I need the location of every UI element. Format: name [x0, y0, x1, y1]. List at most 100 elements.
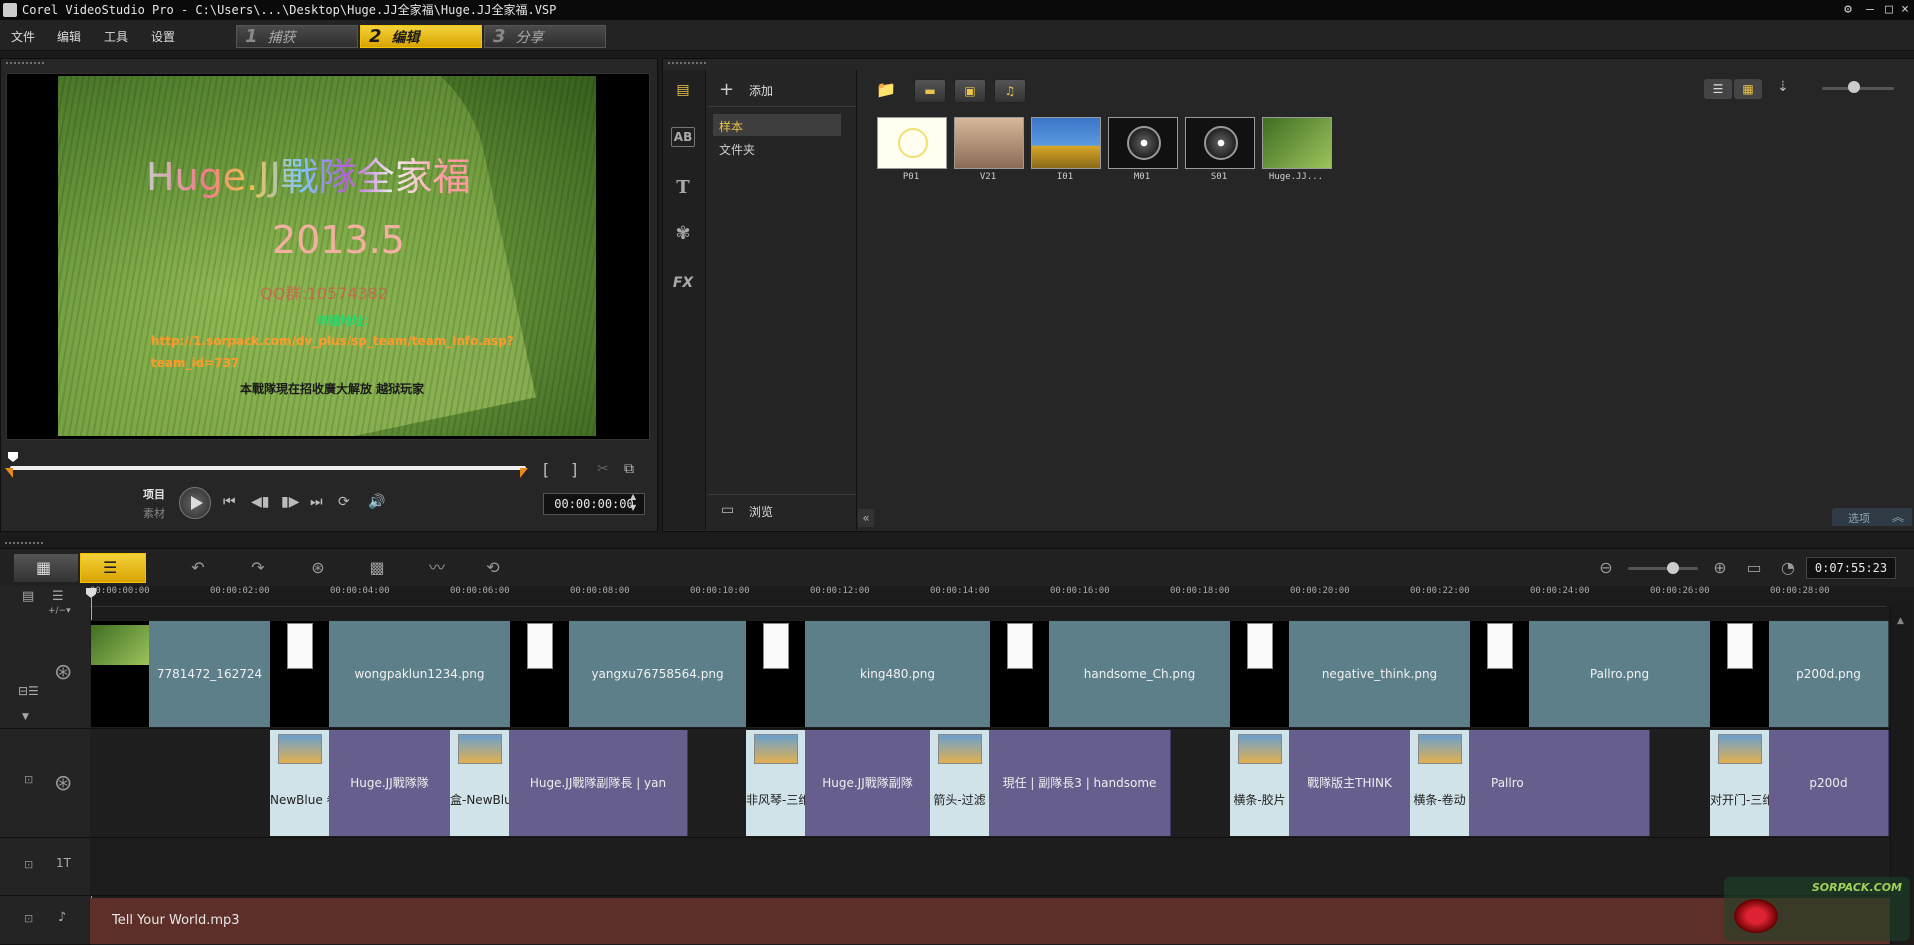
folder-item-samples[interactable]: 样本	[713, 114, 841, 136]
overlay-transition[interactable]: 横条-卷动	[1410, 730, 1469, 836]
mark-in-button[interactable]: [	[543, 460, 549, 479]
video-clip[interactable]: yangxu76758564.png	[569, 621, 747, 727]
timeline-clip-thumbnail[interactable]	[91, 621, 149, 727]
folder-icon[interactable]: 📁	[876, 80, 896, 99]
timecode-up-icon[interactable]: ▲	[630, 492, 636, 501]
add-marker-icon[interactable]: +/−▾	[48, 606, 71, 616]
list-view-icon[interactable]: ☰	[1704, 79, 1732, 99]
lock-icon[interactable]: ⊡	[24, 858, 33, 871]
menu-file[interactable]: 文件	[11, 28, 35, 45]
library-thumb-p01[interactable]	[877, 117, 947, 169]
previous-frame-icon[interactable]: ◀▮	[251, 494, 269, 510]
record-capture-icon[interactable]: ⊛	[305, 556, 331, 580]
mode-project-label[interactable]: 项目	[143, 486, 165, 502]
overlay-clip[interactable]: 現任 | 副隊長3 | handsome	[989, 730, 1171, 836]
menu-settings[interactable]: 设置	[151, 28, 175, 45]
timecode-down-icon[interactable]: ▼	[630, 503, 636, 512]
sort-icon[interactable]: ⇣	[1777, 79, 1789, 95]
mode-clip-label[interactable]: 素材	[143, 505, 165, 521]
overlay-clip[interactable]: Pallro	[1469, 730, 1650, 836]
next-frame-icon[interactable]: ▮▶	[281, 494, 299, 510]
end-icon[interactable]: ⏭	[310, 494, 323, 510]
overlay-clip[interactable]: 戰隊版主THINK	[1289, 730, 1411, 836]
video-clip[interactable]: handsome_Ch.png	[1049, 621, 1231, 727]
folder-item-folder[interactable]: 文件夹	[719, 141, 755, 158]
overlay-transition[interactable]: 箭头-过滤	[930, 730, 989, 836]
thumbnail-view-icon[interactable]: ▦	[1734, 79, 1762, 99]
expand-tracks-icon[interactable]: ▼	[22, 712, 29, 722]
library-thumb-v21[interactable]	[954, 117, 1024, 169]
redo-icon[interactable]: ↷	[245, 556, 271, 580]
timeline-ruler[interactable]: 00:00:00:00 00:00:02:00 00:00:04:00 00:0…	[90, 586, 1886, 607]
storyboard-view-button[interactable]: ▦	[13, 553, 79, 583]
zoom-slider-handle[interactable]	[1667, 562, 1679, 574]
panel-grip[interactable]	[5, 61, 45, 65]
lock-icon[interactable]: ⊡	[24, 912, 33, 925]
overlay-transition[interactable]: 盒-NewBlu	[450, 730, 509, 836]
chapter-menu-icon[interactable]: ☰	[52, 589, 64, 604]
fit-project-icon[interactable]: ▭	[1741, 556, 1767, 580]
title-track[interactable]	[90, 838, 1890, 896]
track-toggle-icon[interactable]: ⊟☰	[18, 684, 39, 698]
settings-icon[interactable]: ⚙	[1837, 0, 1859, 20]
video-clip[interactable]: 7781472_162724	[149, 621, 271, 727]
video-clip[interactable]: p200d.png	[1769, 621, 1889, 727]
transition-tab-icon[interactable]: AB	[671, 127, 695, 147]
video-clip[interactable]: king480.png	[805, 621, 991, 727]
zoom-in-icon[interactable]: ⊕	[1707, 556, 1733, 580]
video-clip[interactable]: wongpaklun1234.png	[329, 621, 511, 727]
close-button[interactable]: ×	[1894, 0, 1914, 20]
options-button[interactable]: 选项 ︽	[1832, 508, 1912, 526]
show-videos-button[interactable]: ▬	[914, 79, 946, 103]
title-tab-icon[interactable]: T	[669, 176, 697, 200]
mark-out-button[interactable]: ]	[571, 460, 577, 479]
panel-grip[interactable]	[667, 61, 707, 65]
browse-label[interactable]: 浏览	[749, 503, 773, 520]
zoom-out-icon[interactable]: ⊖	[1593, 556, 1619, 580]
video-clip[interactable]: Pallro.png	[1529, 621, 1711, 727]
tab-capture[interactable]: 1 捕获	[236, 25, 358, 48]
scissors-icon[interactable]: ✂	[597, 461, 609, 477]
video-transition[interactable]	[990, 621, 1049, 727]
video-transition[interactable]	[1710, 621, 1769, 727]
show-photos-button[interactable]: ▣	[954, 79, 986, 103]
track-manager-icon[interactable]: ▤	[22, 589, 34, 604]
tab-share[interactable]: 3 分享	[484, 25, 606, 48]
video-transition[interactable]	[510, 621, 569, 727]
enlarge-preview-icon[interactable]: ⧉	[624, 461, 634, 477]
panel-grip[interactable]	[4, 541, 44, 545]
graphic-tab-icon[interactable]: ✾	[669, 222, 697, 246]
lock-icon[interactable]: ⊡	[24, 773, 33, 786]
overlay-clip[interactable]: p200d	[1769, 730, 1889, 836]
media-tab-icon[interactable]: ▤	[669, 78, 697, 102]
repeat-icon[interactable]: ⟳	[338, 494, 350, 510]
auto-music-icon[interactable]: ⟲	[480, 556, 506, 580]
overlay-clip[interactable]: Huge.JJ戰隊副隊長 | yan	[509, 730, 688, 836]
preview-scrubber[interactable]	[10, 466, 526, 470]
overlay-transition[interactable]: 非风琴-三维	[746, 730, 805, 836]
library-thumb-project[interactable]	[1262, 117, 1332, 169]
overlay-transition[interactable]: 横条-胶片	[1230, 730, 1289, 836]
timeline-view-button[interactable]: ☰	[80, 553, 146, 583]
zoom-slider[interactable]	[1628, 567, 1698, 570]
overlay-clip[interactable]: Huge.JJ戰隊副隊	[805, 730, 931, 836]
menu-edit[interactable]: 编辑	[57, 28, 81, 45]
tab-edit[interactable]: 2 编辑	[360, 25, 482, 48]
collapse-pane-icon[interactable]: «	[858, 509, 874, 527]
play-button[interactable]	[179, 487, 211, 519]
browse-icon[interactable]: ▭	[721, 502, 734, 518]
video-transition[interactable]	[1230, 621, 1289, 727]
menu-tools[interactable]: 工具	[104, 28, 128, 45]
library-thumb-i01[interactable]	[1031, 117, 1101, 169]
filter-tab-icon[interactable]: FX	[669, 271, 697, 295]
overlay-clip[interactable]: Huge.JJ戰隊隊	[329, 730, 451, 836]
video-transition[interactable]	[746, 621, 805, 727]
add-icon[interactable]: +	[719, 79, 734, 100]
add-folder-label[interactable]: 添加	[749, 82, 773, 99]
video-clip[interactable]: negative_think.png	[1289, 621, 1471, 727]
home-icon[interactable]: ⏮	[223, 494, 236, 510]
thumbnail-size-handle[interactable]	[1848, 81, 1860, 93]
video-transition[interactable]	[270, 621, 329, 727]
music-clip[interactable]: Tell Your World.mp3	[90, 898, 1890, 944]
undo-icon[interactable]: ↶	[185, 556, 211, 580]
